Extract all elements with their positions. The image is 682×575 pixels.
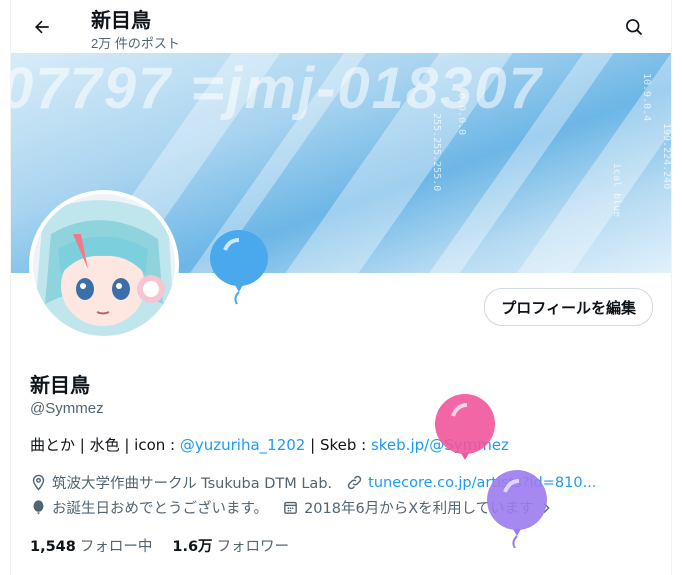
birthday-item: お誕生日おめでとうございます。	[30, 497, 268, 518]
bio-text: 曲とか | 水色 | icon :	[30, 436, 180, 454]
search-icon	[626, 19, 643, 36]
balloon-pink-icon	[435, 394, 495, 460]
profile-name: 新目鳥	[30, 373, 90, 397]
avatar[interactable]	[29, 190, 179, 340]
calendar-icon	[284, 501, 297, 514]
website-link[interactable]: tunecore.co.jp/artists?id=810...	[368, 475, 596, 491]
followers-label: フォロワー	[216, 539, 290, 555]
profile-handle: @Symmez	[30, 400, 104, 417]
header-title: 新目鳥	[91, 10, 151, 32]
following-count: 1,548	[30, 539, 76, 555]
post-count: 2万 件のポスト	[91, 36, 180, 51]
following-stat[interactable]: 1,548 フォロー中	[30, 535, 152, 556]
balloon-icon	[33, 500, 44, 515]
location-item: 筑波大学作曲サークル Tsukuba DTM Lab.	[30, 472, 332, 493]
search-button[interactable]	[617, 10, 651, 44]
avatar-image	[33, 194, 175, 336]
followers-stat[interactable]: 1.6万 フォロワー	[172, 535, 289, 556]
followers-count: 1.6万	[172, 539, 213, 555]
balloon-purple-icon	[487, 470, 547, 548]
arrow-left-icon	[35, 20, 49, 34]
bio-text-mid: | Skeb :	[305, 436, 371, 454]
back-button[interactable]	[25, 10, 59, 44]
birthday-text: お誕生日おめでとうございます。	[52, 501, 269, 517]
balloon-blue-icon	[210, 230, 268, 305]
follow-stats: 1,548 フォロー中 1.6万 フォロワー	[30, 535, 309, 556]
location-pin-icon	[32, 474, 45, 491]
profile-column: 新目鳥 2万 件のポスト 07797 =jmj-018307 255.255.2…	[10, 0, 672, 575]
profile-header: 新目鳥 2万 件のポスト	[11, 0, 671, 53]
location-text: 筑波大学作曲サークル Tsukuba DTM Lab.	[52, 476, 333, 492]
bio-mention-link[interactable]: @yuzuriha_1202	[180, 436, 305, 454]
edit-profile-button[interactable]: プロフィールを編集	[484, 288, 653, 326]
following-label: フォロー中	[79, 539, 153, 555]
website-item: tunecore.co.jp/artists?id=810...	[346, 474, 596, 491]
link-icon	[347, 475, 362, 490]
